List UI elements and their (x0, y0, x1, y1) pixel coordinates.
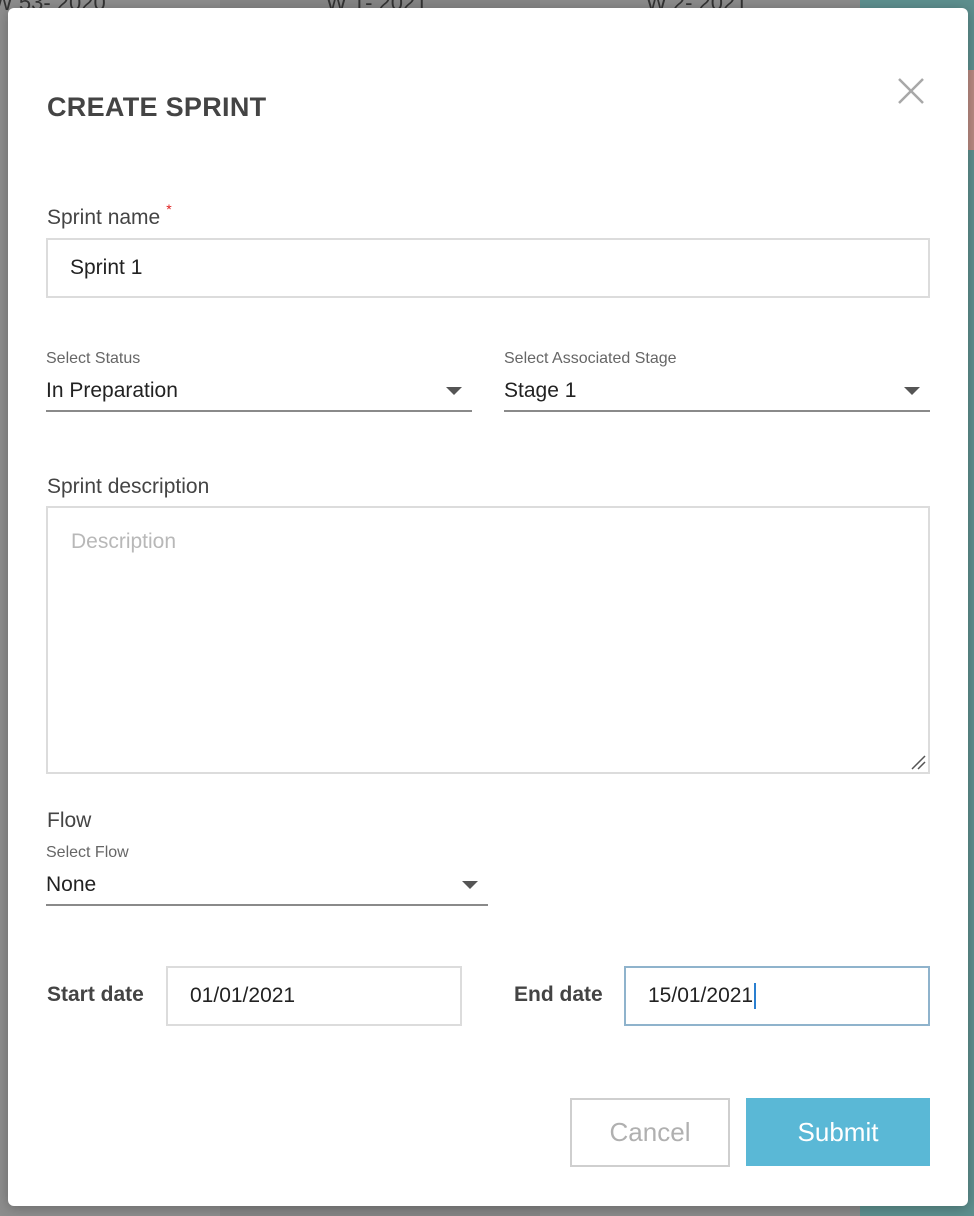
sprint-name-label-text: Sprint name (47, 206, 161, 229)
required-asterisk: * (166, 201, 172, 217)
create-sprint-modal: CREATE SPRINT Sprint name * Sprint 1 Sele… (8, 8, 968, 1206)
close-icon[interactable] (894, 74, 928, 108)
chevron-down-icon (446, 387, 462, 395)
sprint-name-value: Sprint 1 (70, 256, 143, 279)
modal-title: CREATE SPRINT (47, 92, 267, 122)
description-label: Sprint description (47, 475, 210, 498)
chevron-down-icon (462, 881, 478, 889)
stage-label: Select Associated Stage (504, 350, 677, 367)
description-textarea[interactable]: Description (46, 506, 930, 774)
end-date-label: End date (514, 983, 603, 1006)
text-cursor (754, 983, 757, 1009)
flow-value: None (46, 873, 97, 896)
start-date-value: 01/01/2021 (190, 984, 296, 1007)
chevron-down-icon (904, 387, 920, 395)
stage-select[interactable]: Stage 1 (504, 372, 930, 412)
start-date-input[interactable]: 01/01/2021 (166, 966, 462, 1026)
status-label: Select Status (46, 350, 141, 367)
sprint-name-label: Sprint name * (47, 201, 172, 230)
sprint-name-input[interactable]: Sprint 1 (46, 238, 930, 298)
cancel-button[interactable]: Cancel (570, 1098, 730, 1167)
status-value: In Preparation (46, 379, 178, 402)
flow-section-label: Flow (47, 809, 92, 832)
end-date-value: 15/01/2021 (648, 984, 754, 1007)
flow-label: Select Flow (46, 844, 129, 861)
stage-value: Stage 1 (504, 379, 577, 402)
start-date-label: Start date (47, 983, 144, 1006)
submit-button[interactable]: Submit (746, 1098, 930, 1166)
background-accent (968, 70, 974, 150)
resize-handle-icon[interactable] (910, 754, 926, 770)
status-select[interactable]: In Preparation (46, 372, 472, 412)
end-date-input[interactable]: 15/01/2021 (624, 966, 930, 1026)
description-placeholder: Description (71, 530, 177, 553)
flow-select[interactable]: None (46, 866, 488, 906)
